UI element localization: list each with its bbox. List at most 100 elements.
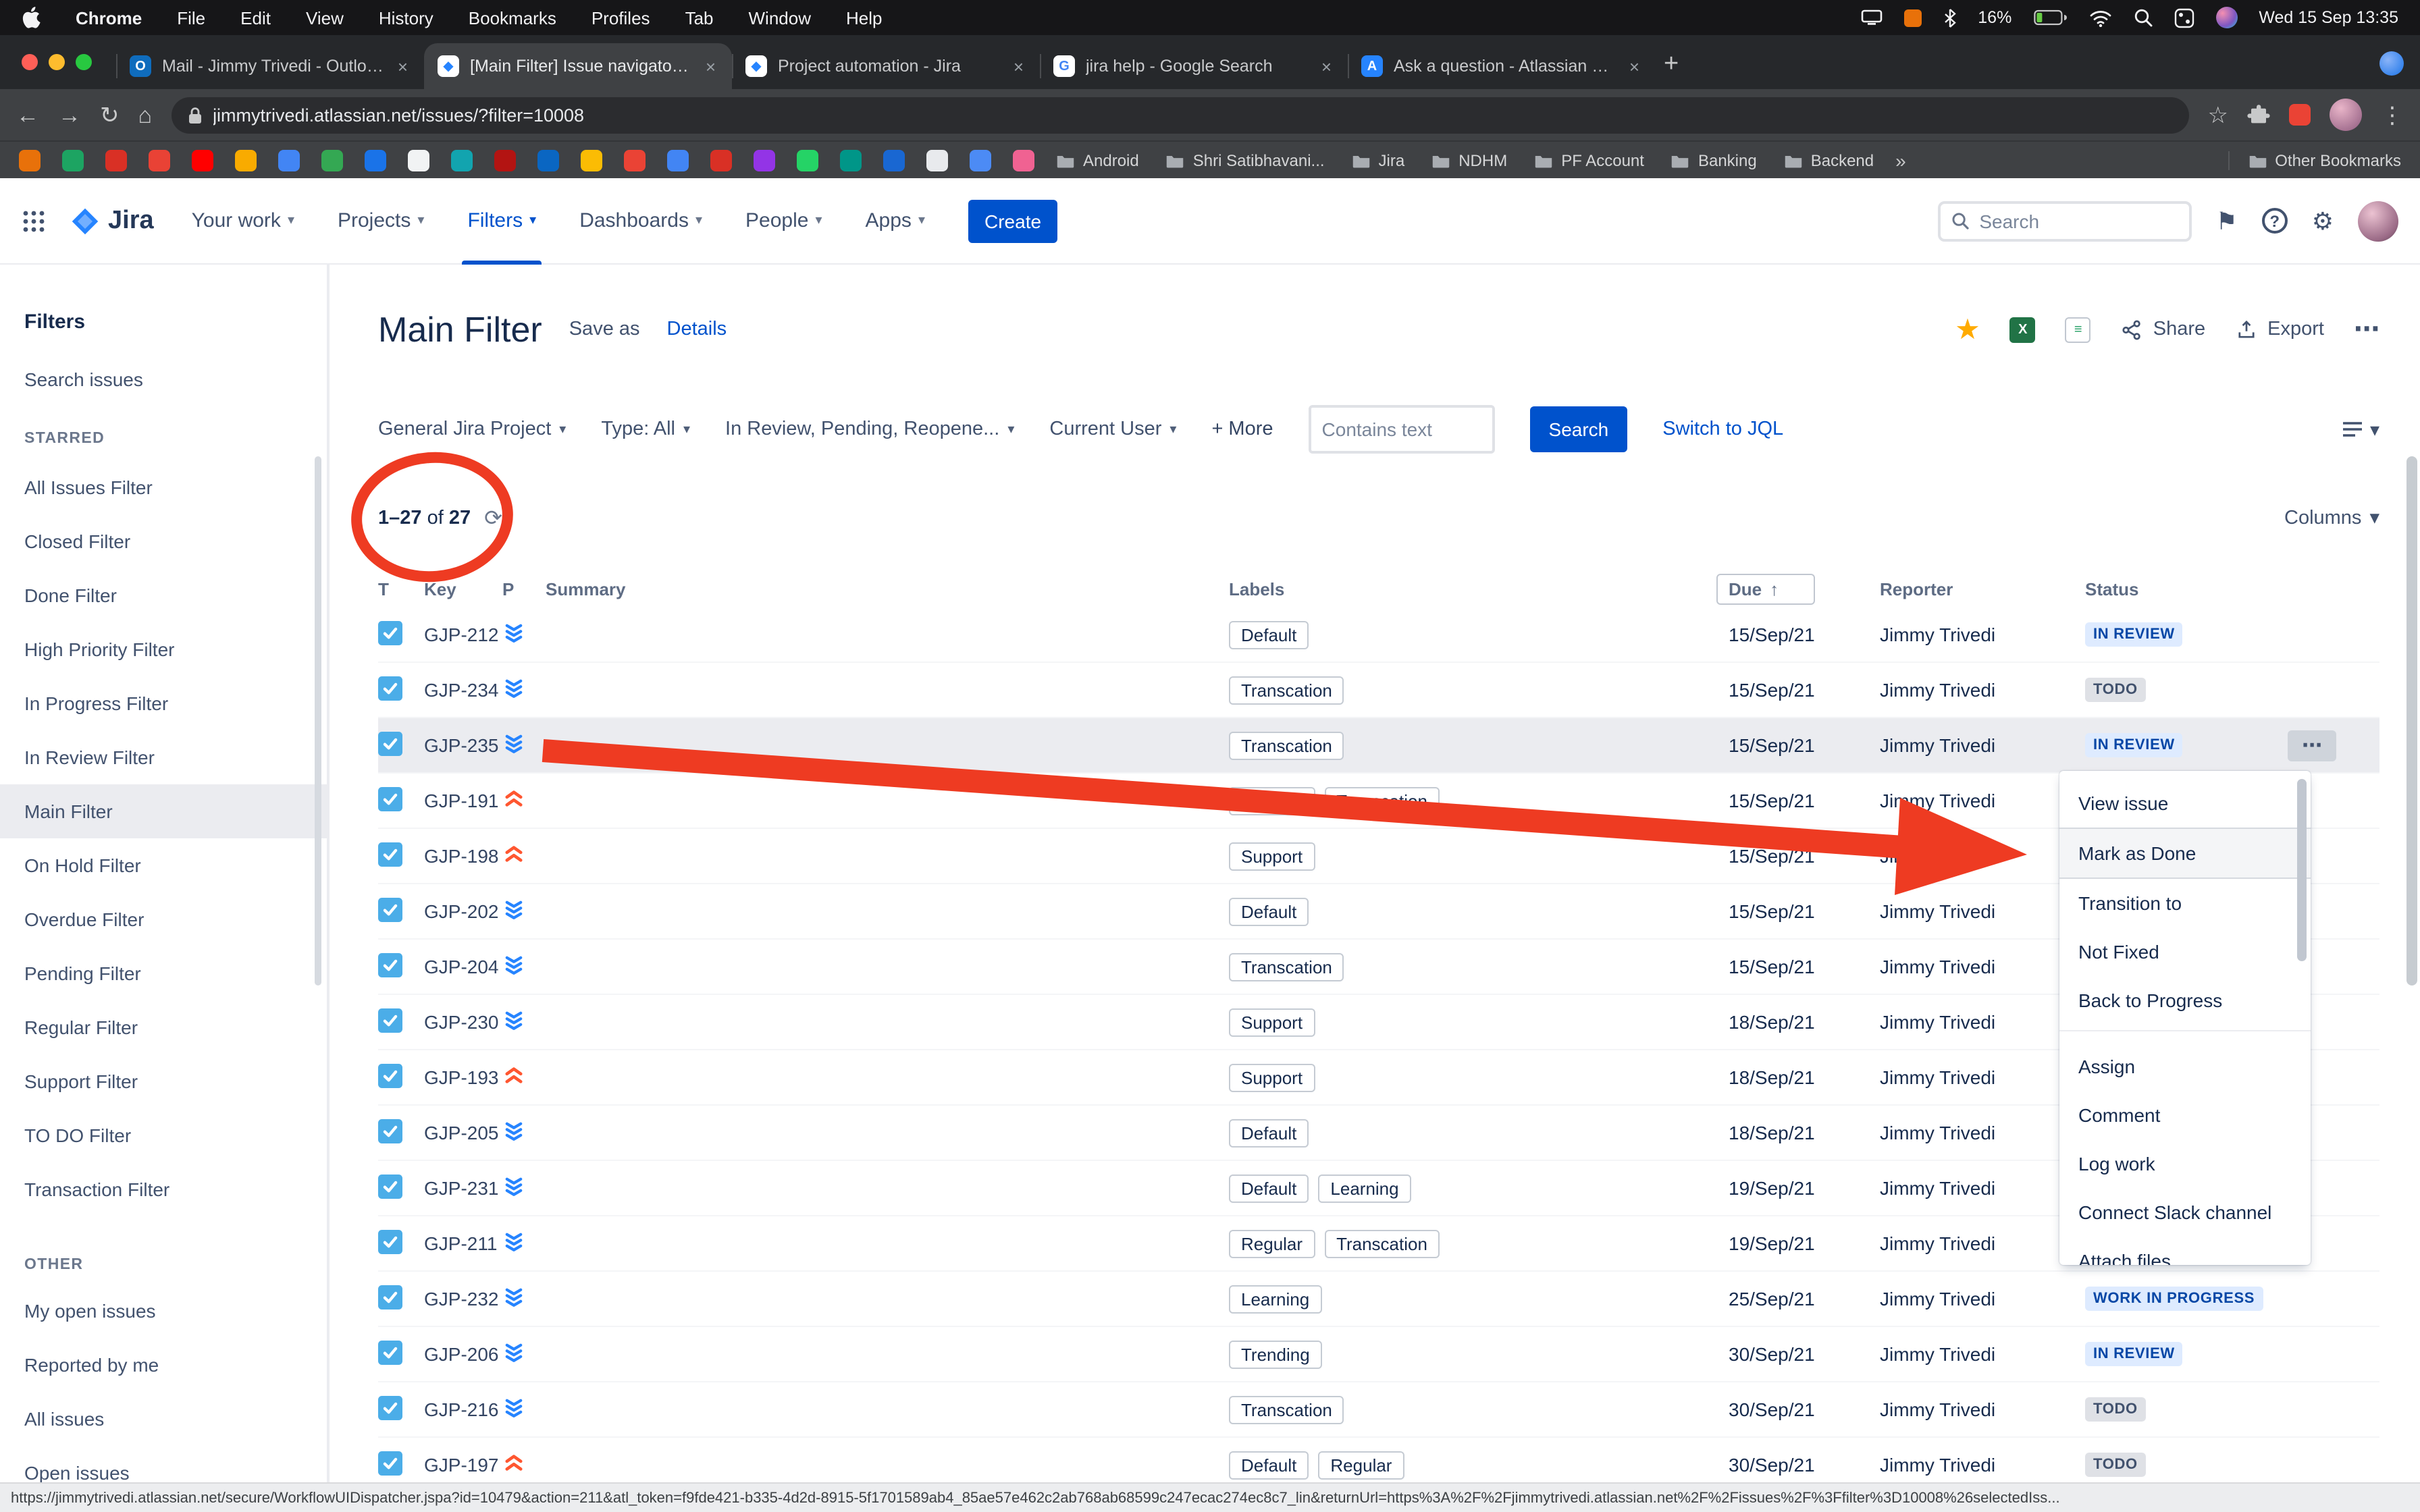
bookmark-favicon[interactable] (408, 149, 429, 171)
refresh-icon[interactable]: ⟳ (484, 505, 502, 532)
bluetooth-icon[interactable] (1943, 7, 1956, 28)
switch-to-jql-link[interactable]: Switch to JQL (1662, 418, 1783, 440)
col-header-reporter[interactable]: Reporter (1880, 578, 2085, 599)
table-row[interactable]: GJP-206 Trending 30/Sep/21 Jimmy Trivedi (378, 1327, 2379, 1382)
issue-reporter[interactable]: Jimmy Trivedi (1880, 1122, 2085, 1143)
issue-key[interactable]: GJP-230 (424, 1011, 502, 1033)
bookmarks-overflow-icon[interactable]: » (1895, 149, 1906, 171)
help-icon[interactable]: ? (2262, 208, 2288, 234)
issue-reporter[interactable]: Jimmy Trivedi (1880, 956, 2085, 977)
label-chip[interactable]: Transcation (1229, 952, 1344, 981)
sidebar-filter-item[interactable]: TO DO Filter (0, 1108, 327, 1162)
menu-item[interactable]: Comment (2059, 1091, 2311, 1139)
home-button[interactable]: ⌂ (138, 103, 153, 126)
bookmark-favicon[interactable] (1013, 149, 1034, 171)
jira-search-input[interactable] (1976, 209, 2178, 233)
search-button[interactable]: Search (1530, 406, 1628, 452)
display-icon[interactable] (1860, 9, 1882, 26)
bookmark-folder[interactable]: Shri Satibhavani... (1166, 151, 1325, 169)
sidebar-item-search-issues[interactable]: Search issues (24, 369, 327, 390)
label-chip[interactable]: Default (1229, 897, 1309, 925)
issue-reporter[interactable]: Jimmy Trivedi (1880, 1288, 2085, 1310)
browser-profile-avatar[interactable] (2330, 99, 2362, 131)
bookmark-favicon[interactable] (970, 149, 991, 171)
menu-item[interactable]: Mark as Done (2059, 828, 2311, 879)
col-header-status[interactable]: Status (2085, 578, 2379, 599)
sidebar-filter-item[interactable]: On Hold Filter (0, 838, 327, 892)
menubar-item[interactable]: Help (846, 7, 883, 28)
sidebar-filter-item[interactable]: Reported by me (0, 1338, 327, 1392)
bookmark-folder[interactable]: Banking (1671, 151, 1757, 169)
browser-tab[interactable]: ◆ Project automation - Jira × (732, 43, 1040, 89)
table-row[interactable]: GJP-232 Learning 25/Sep/21 Jimmy Trivedi (378, 1272, 2379, 1327)
label-chip[interactable]: Regular (1229, 786, 1315, 815)
sidebar-filter-item[interactable]: In Review Filter (0, 730, 327, 784)
issue-key[interactable]: GJP-193 (424, 1066, 502, 1088)
label-chip[interactable]: Support (1229, 842, 1315, 870)
page-scrollbar-thumb[interactable] (2406, 456, 2417, 986)
sidebar-filter-item[interactable]: All issues (0, 1392, 327, 1446)
tab-close-icon[interactable]: × (1627, 56, 1642, 76)
issue-key[interactable]: GJP-191 (424, 790, 502, 811)
filter-dropdown[interactable]: Type: All ▾ (601, 418, 690, 440)
sheets-export-icon[interactable]: ≡ (2066, 317, 2091, 342)
contains-text-input[interactable] (1309, 405, 1495, 454)
tab-close-icon[interactable]: × (395, 56, 411, 76)
sidebar-scrollbar-thumb[interactable] (315, 456, 321, 986)
window-close-button[interactable] (22, 54, 38, 70)
issue-reporter[interactable]: Jimmy Trivedi (1880, 1233, 2085, 1254)
bookmark-favicon[interactable] (754, 149, 775, 171)
browser-tab[interactable]: O Mail - Jimmy Trivedi - Outlook × (116, 43, 424, 89)
issue-key[interactable]: GJP-212 (424, 624, 502, 645)
label-chip[interactable]: Transcation (1229, 1395, 1344, 1424)
label-chip[interactable]: Transcation (1324, 786, 1440, 815)
tab-close-icon[interactable]: × (1011, 56, 1026, 76)
issue-reporter[interactable]: Jimmy Trivedi (1880, 1011, 2085, 1033)
sidebar-filter-item[interactable]: Transaction Filter (0, 1162, 327, 1216)
label-chip[interactable]: Support (1229, 1008, 1315, 1036)
label-chip[interactable]: Learning (1229, 1285, 1321, 1313)
table-row[interactable]: GJP-234 Transcation 15/Sep/21 Jimmy Triv… (378, 663, 2379, 718)
menu-item[interactable]: View issue (2059, 779, 2311, 828)
issue-key[interactable]: GJP-235 (424, 734, 502, 756)
apple-logo-icon[interactable] (22, 7, 41, 28)
sidebar-filter-item[interactable]: Closed Filter (0, 514, 327, 568)
forward-button[interactable]: → (58, 103, 81, 126)
issue-reporter[interactable]: Jimmy Trivedi (1880, 1066, 2085, 1088)
bookmark-favicon[interactable] (581, 149, 602, 171)
menubar-item[interactable]: Profiles (591, 7, 650, 28)
label-chip[interactable]: Learning (1318, 1174, 1411, 1202)
window-minimize-button[interactable] (49, 54, 65, 70)
bookmark-star-icon[interactable]: ☆ (2208, 103, 2229, 126)
issue-reporter[interactable]: Jimmy Trivedi (1880, 679, 2085, 701)
spotlight-search-icon[interactable] (2133, 8, 2152, 27)
table-row[interactable]: GJP-216 Transcation 30/Sep/21 Jimmy Triv… (378, 1382, 2379, 1438)
bookmark-favicon[interactable] (797, 149, 818, 171)
sidebar-filter-item[interactable]: Regular Filter (0, 1000, 327, 1054)
sidebar-filter-item[interactable]: All Issues Filter (0, 460, 327, 514)
issue-reporter[interactable]: Jimmy Trivedi (1880, 900, 2085, 922)
app-switcher-icon[interactable] (22, 209, 46, 233)
issue-key[interactable]: GJP-204 (424, 956, 502, 977)
bookmark-favicon[interactable] (451, 149, 473, 171)
bookmark-folder[interactable]: Android (1056, 151, 1139, 169)
user-avatar[interactable] (2215, 7, 2237, 28)
issue-reporter[interactable]: Jimmy Trivedi (1880, 624, 2085, 645)
issue-reporter[interactable]: Jimmy Trivedi (1880, 790, 2085, 811)
address-bar[interactable]: jimmytrivedi.atlassian.net/issues/?filte… (171, 97, 2188, 133)
bookmark-favicon[interactable] (537, 149, 559, 171)
bookmark-favicon[interactable] (149, 149, 170, 171)
col-header-summary[interactable]: Summary (546, 578, 1229, 599)
more-actions-button[interactable]: ⋯ (2354, 314, 2379, 345)
menubar-item[interactable]: Bookmarks (469, 7, 556, 28)
export-button[interactable]: Export (2235, 318, 2324, 341)
bookmark-favicon[interactable] (624, 149, 646, 171)
back-button[interactable]: ← (16, 103, 39, 126)
settings-gear-icon[interactable]: ⚙ (2312, 209, 2334, 233)
extensions-puzzle-icon[interactable] (2247, 103, 2270, 126)
browser-tab[interactable]: A Ask a question - Atlassian Com... × (1348, 43, 1656, 89)
menubar-item[interactable]: File (177, 7, 205, 28)
menubar-item[interactable]: Edit (240, 7, 271, 28)
bookmark-favicon[interactable] (321, 149, 343, 171)
label-chip[interactable]: Default (1229, 620, 1309, 649)
